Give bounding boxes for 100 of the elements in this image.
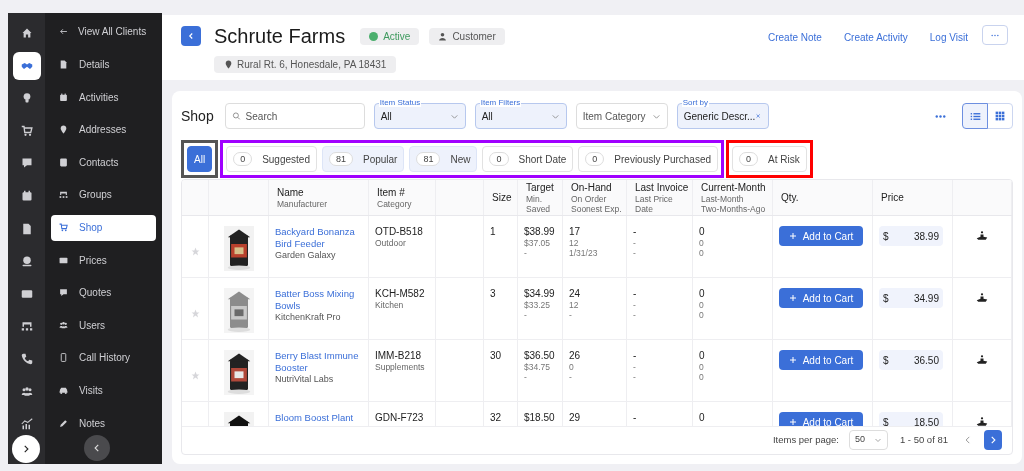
dropdown-placeholder: Item Category bbox=[582, 109, 647, 124]
cell-text: IMM-B218 bbox=[375, 350, 423, 362]
cart-icon bbox=[59, 223, 68, 233]
price-field[interactable]: $ 18.50 bbox=[879, 412, 943, 426]
cell-text: 17 bbox=[569, 226, 582, 238]
hand-coin-icon[interactable] bbox=[976, 292, 988, 304]
filter-chip[interactable]: All bbox=[187, 146, 213, 172]
chip-label: Previously Purchased bbox=[614, 152, 712, 167]
chart-icon bbox=[20, 418, 33, 431]
list-view-button[interactable] bbox=[962, 103, 988, 129]
cell-text: KCH-M582 bbox=[375, 288, 426, 300]
search-icon bbox=[231, 111, 241, 121]
nav-item[interactable]: Notes bbox=[51, 410, 156, 437]
nav-item[interactable]: Users bbox=[51, 312, 156, 339]
add-to-cart-button[interactable]: Add to Cart bbox=[779, 350, 863, 370]
pagination-range: 1 - 50 of 81 bbox=[899, 432, 948, 447]
action-link[interactable]: Create Note bbox=[767, 30, 822, 45]
back-button[interactable] bbox=[181, 26, 201, 46]
users-icon bbox=[20, 385, 33, 398]
product-link[interactable]: Bloom Boost Plant bbox=[275, 412, 362, 424]
cell-text: OTD-B518 bbox=[375, 226, 424, 238]
nav-item[interactable]: Prices bbox=[51, 247, 156, 274]
cell-text: - bbox=[633, 238, 637, 248]
cell-text: 0 bbox=[699, 248, 705, 258]
add-to-cart-button[interactable]: Add to Cart bbox=[779, 412, 863, 426]
back-link[interactable]: View All Clients bbox=[51, 18, 156, 45]
nav-item[interactable]: Call History bbox=[51, 344, 156, 371]
cell-text: - bbox=[524, 372, 528, 382]
cell-text: - bbox=[633, 288, 638, 300]
nav-item[interactable]: Details bbox=[51, 51, 156, 78]
per-page-dropdown[interactable]: 50 bbox=[848, 430, 888, 450]
search-input[interactable]: Search bbox=[245, 108, 358, 124]
rail-button[interactable] bbox=[12, 51, 41, 80]
filter-chip[interactable]: 0 Suggested bbox=[226, 146, 317, 172]
column-subheader: Manufacturer bbox=[277, 198, 329, 209]
list-icon bbox=[969, 110, 981, 122]
column-subheader: Min. bbox=[526, 193, 544, 204]
count-badge: 0 bbox=[233, 152, 253, 166]
action-link[interactable]: Log Visit bbox=[929, 30, 968, 45]
add-to-cart-button[interactable]: Add to Cart bbox=[779, 288, 863, 308]
cell-text: 0 bbox=[699, 238, 705, 248]
cell-text: 24 bbox=[569, 288, 582, 300]
price-field[interactable]: $ 38.99 bbox=[879, 226, 943, 246]
hand-coin-icon[interactable] bbox=[976, 354, 988, 366]
cell-text: 32 bbox=[490, 412, 503, 424]
filter-chip[interactable]: 0 Short Date bbox=[482, 146, 574, 172]
star-icon[interactable] bbox=[190, 247, 200, 256]
cell-text: 0 bbox=[699, 310, 705, 320]
chip-label: All bbox=[194, 152, 206, 167]
next-page-button[interactable] bbox=[984, 430, 1002, 450]
price-field[interactable]: $ 34.99 bbox=[879, 288, 943, 308]
filter-chip[interactable]: 81 New bbox=[409, 146, 478, 172]
action-link[interactable]: Create Activity bbox=[843, 30, 908, 45]
pin-icon bbox=[224, 60, 233, 69]
cell-text: Kitchen bbox=[375, 300, 405, 311]
column-header: Target bbox=[526, 181, 554, 194]
chat-icon bbox=[59, 288, 68, 298]
column-subheader: On Order bbox=[571, 193, 608, 204]
column-subheader: Date bbox=[635, 203, 654, 214]
car-icon bbox=[59, 386, 68, 396]
product-link[interactable]: Backyard Bonanza Bird Feeder bbox=[275, 226, 362, 250]
nav-item[interactable]: Contacts bbox=[51, 149, 156, 176]
column-subheader: Last Price bbox=[635, 193, 674, 204]
price-field[interactable]: $ 36.50 bbox=[879, 350, 943, 370]
hand-coin-icon[interactable] bbox=[976, 416, 988, 426]
nav-item[interactable]: Quotes bbox=[51, 279, 156, 306]
nav-item[interactable]: Visits bbox=[51, 377, 156, 404]
filter-chip[interactable]: 0 Previously Purchased bbox=[578, 146, 719, 172]
expand-button[interactable] bbox=[12, 435, 40, 463]
nav-item[interactable]: Addresses bbox=[51, 116, 156, 143]
nav-item[interactable]: Shop bbox=[51, 214, 156, 241]
product-link[interactable]: Berry Blast Immune Booster bbox=[275, 350, 362, 374]
star-icon[interactable] bbox=[190, 309, 200, 318]
address-badge: Rural Rt. 6, Honesdale, PA 18431 bbox=[214, 56, 397, 73]
nav-item[interactable]: Groups bbox=[51, 181, 156, 208]
nav-item[interactable]: Activities bbox=[51, 84, 156, 111]
cell-text: 12 bbox=[569, 300, 580, 310]
org-chart-icon bbox=[59, 190, 68, 200]
plus-icon bbox=[788, 232, 797, 240]
cell-text: Garden Galaxy bbox=[275, 250, 337, 261]
chevron-right-icon bbox=[21, 444, 31, 454]
grid-view-button[interactable] bbox=[987, 103, 1013, 129]
search-field[interactable]: Search bbox=[224, 103, 365, 129]
product-link[interactable]: Batter Boss Mixing Bowls bbox=[275, 288, 362, 312]
add-to-cart-button[interactable]: Add to Cart bbox=[779, 226, 863, 246]
column-header: Size bbox=[492, 191, 509, 204]
hand-coin-icon[interactable] bbox=[976, 230, 988, 242]
cell-text: 0 bbox=[699, 226, 706, 238]
chat-icon bbox=[20, 157, 33, 170]
filter-chip[interactable]: 0 At Risk bbox=[732, 146, 807, 172]
type-badge: Customer bbox=[429, 27, 505, 45]
collapse-button[interactable] bbox=[84, 435, 110, 461]
price-value: 38.99 bbox=[913, 230, 939, 242]
cell-text: 0 bbox=[699, 300, 705, 310]
price-value: 34.99 bbox=[913, 292, 939, 304]
star-icon[interactable] bbox=[190, 371, 200, 380]
chevron-down-icon bbox=[873, 436, 882, 444]
filter-chip[interactable]: 81 Popular bbox=[321, 146, 405, 172]
dropdown[interactable]: Item Category bbox=[575, 103, 668, 129]
pin-icon bbox=[59, 125, 68, 135]
